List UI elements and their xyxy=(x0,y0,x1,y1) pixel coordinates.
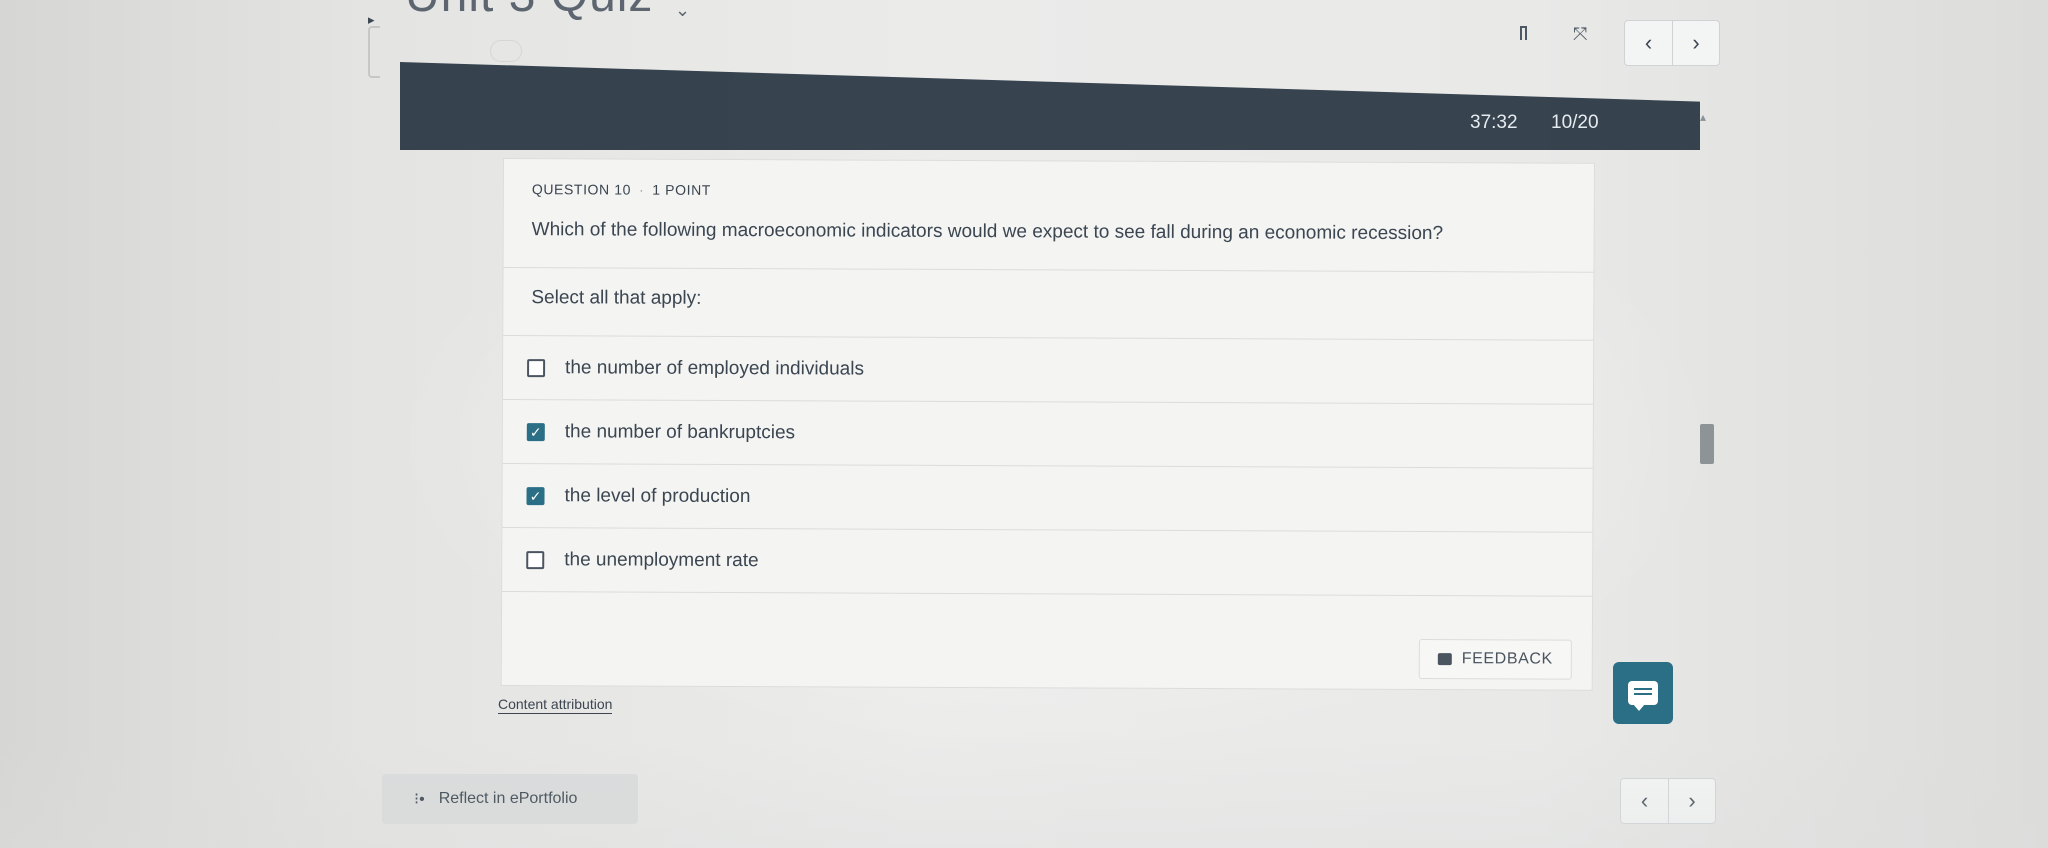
scrollbar-thumb[interactable] xyxy=(1700,424,1714,464)
next-page-button[interactable]: › xyxy=(1668,779,1715,823)
eportfolio-icon: ⁝• xyxy=(414,791,425,808)
checkbox-checked[interactable]: ✓ xyxy=(526,422,545,441)
checkbox-unchecked[interactable] xyxy=(526,550,545,569)
top-nav-buttons: ‹ › xyxy=(1624,20,1720,66)
question-instructions: Select all that apply: xyxy=(531,287,702,309)
question-meta: QUESTION 10 · 1 POINT xyxy=(532,181,711,198)
chat-icon xyxy=(1628,681,1658,711)
answer-option-label: the number of employed individuals xyxy=(565,356,865,380)
scroll-up-arrow-icon[interactable]: ▴ xyxy=(1700,110,1708,148)
next-question-button[interactable]: › xyxy=(1672,21,1719,65)
divider xyxy=(503,267,1594,273)
bottom-shadow xyxy=(0,740,2048,848)
eportfolio-label: Reflect in ePortfolio xyxy=(438,790,578,807)
feedback-icon xyxy=(1437,653,1452,666)
expand-icon[interactable]: ⤧ xyxy=(1573,24,1587,45)
answer-option[interactable]: the unemployment rate xyxy=(502,527,1593,596)
left-panel-edge xyxy=(368,26,380,78)
answer-option-label: the level of production xyxy=(564,484,751,507)
question-points: 1 POINT xyxy=(652,181,712,198)
answer-option[interactable]: ✓ the number of bankruptcies xyxy=(502,399,1593,468)
bottom-nav-buttons: ‹ › xyxy=(1620,778,1716,824)
previous-question-button[interactable]: ‹ xyxy=(1625,21,1672,65)
feedback-button[interactable]: FEEDBACK xyxy=(1418,639,1572,680)
answer-option-label: the unemployment rate xyxy=(564,548,759,571)
quiz-header-bar xyxy=(400,62,1700,150)
checkbox-checked[interactable]: ✓ xyxy=(526,486,545,505)
bookmark-icon[interactable] xyxy=(1520,26,1527,40)
previous-page-button[interactable]: ‹ xyxy=(1621,779,1668,823)
meta-separator: · xyxy=(639,181,645,198)
quiz-timer: 37:32 xyxy=(1470,112,1518,133)
answer-option[interactable]: the number of employed individuals xyxy=(502,335,1594,404)
answer-option[interactable]: ✓ the level of production xyxy=(502,463,1593,532)
question-progress: 10/20 xyxy=(1551,112,1599,133)
chevron-down-icon[interactable]: ⌄ xyxy=(675,0,690,21)
feedback-label: FEEDBACK xyxy=(1461,650,1553,668)
logo-icon xyxy=(490,40,522,62)
content-attribution-link[interactable]: Content attribution xyxy=(498,696,613,714)
chat-button[interactable] xyxy=(1613,662,1673,724)
question-card: QUESTION 10 · 1 POINT Which of the followi… xyxy=(500,158,1595,691)
reflect-eportfolio-button[interactable]: ⁝• Reflect in ePortfolio xyxy=(382,774,638,824)
page-title: Unit 3 Quiz xyxy=(405,0,653,23)
question-number: QUESTION 10 xyxy=(531,181,632,198)
checkbox-unchecked[interactable] xyxy=(527,358,546,377)
question-text: Which of the following macroeconomic ind… xyxy=(531,219,1444,245)
answer-option-label: the number of bankruptcies xyxy=(564,420,796,443)
